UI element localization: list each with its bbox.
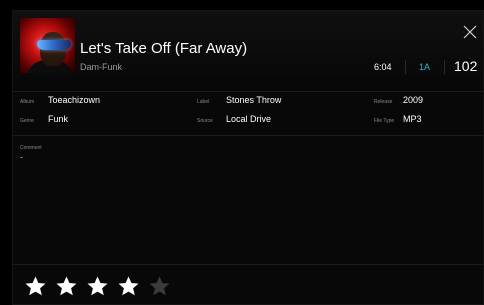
star-5-button[interactable] xyxy=(149,276,170,296)
star-3-button[interactable] xyxy=(87,276,108,296)
genre-value: Funk xyxy=(48,114,69,124)
star-icon xyxy=(25,276,46,296)
release-value: 2009 xyxy=(403,95,424,105)
close-icon xyxy=(463,25,477,39)
release-label: Release xyxy=(374,99,393,105)
album-art xyxy=(20,18,75,73)
track-metadata: Album Toeachizown Label Stones Throw Rel… xyxy=(13,91,483,136)
divider xyxy=(405,60,406,74)
track-key: 1A xyxy=(419,62,431,72)
label-value: Stones Throw xyxy=(226,95,282,105)
star-icon xyxy=(149,276,170,296)
star-icon xyxy=(118,276,139,296)
track-duration: 6:04 xyxy=(374,62,392,72)
rating-divider xyxy=(13,264,483,265)
metadata-divider xyxy=(13,135,483,136)
album-value: Toeachizown xyxy=(48,95,101,105)
source-label: Source xyxy=(197,118,213,124)
album-art-shades xyxy=(37,40,71,50)
track-title: Let's Take Off (Far Away) xyxy=(80,40,248,57)
star-icon xyxy=(87,276,108,296)
comment-label: Comment xyxy=(20,145,42,151)
star-icon xyxy=(56,276,77,296)
star-4-button[interactable] xyxy=(118,276,139,296)
genre-label: Genre xyxy=(20,118,34,124)
track-header: Let's Take Off (Far Away) Dam-Funk 6:04 … xyxy=(13,11,483,91)
comment-value[interactable]: - xyxy=(20,152,23,162)
album-label: Album xyxy=(20,99,35,105)
track-info-panel: Let's Take Off (Far Away) Dam-Funk 6:04 … xyxy=(12,10,484,305)
star-rating[interactable] xyxy=(25,276,170,296)
filetype-value: MP3 xyxy=(403,114,422,124)
track-bpm: 102 xyxy=(454,58,478,74)
label-label: Label xyxy=(197,99,210,105)
star-1-button[interactable] xyxy=(25,276,46,296)
source-value: Local Drive xyxy=(226,114,272,124)
track-artist: Dam-Funk xyxy=(80,62,123,72)
divider xyxy=(444,60,445,74)
star-2-button[interactable] xyxy=(56,276,77,296)
filetype-label: File Type xyxy=(374,118,395,124)
close-button[interactable] xyxy=(463,25,477,39)
